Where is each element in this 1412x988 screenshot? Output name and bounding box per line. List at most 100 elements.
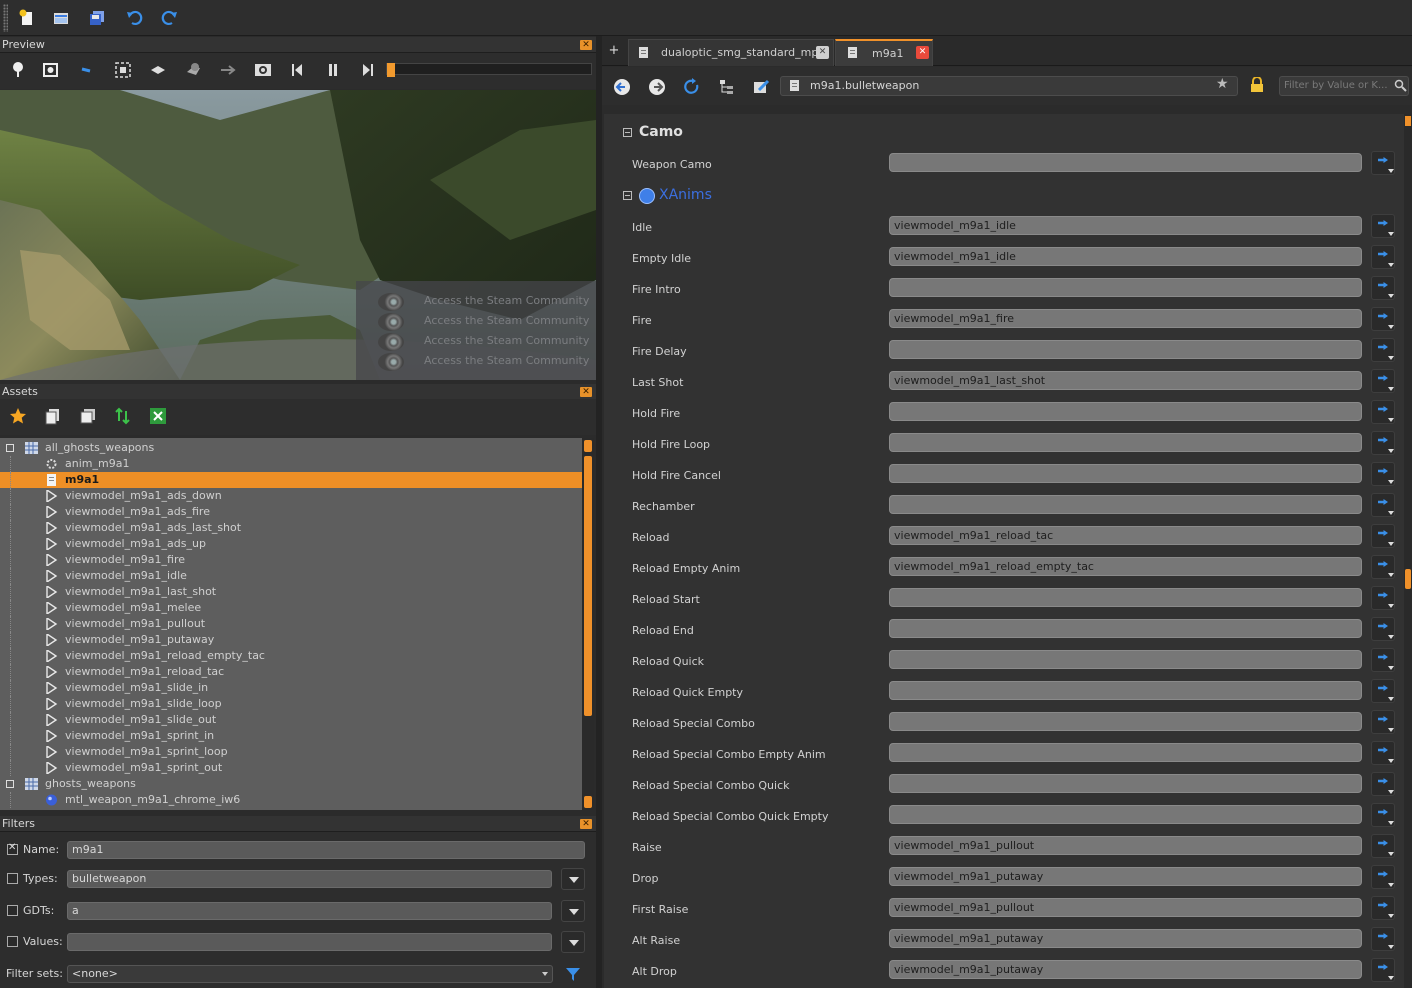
goto-asset-button[interactable] [1371, 338, 1395, 362]
skip-start-icon[interactable] [285, 59, 309, 81]
tree-row[interactable]: viewmodel_m9a1_idle [0, 568, 582, 584]
goto-asset-button[interactable] [1371, 462, 1395, 486]
goto-asset-button[interactable] [1371, 710, 1395, 734]
asset-tree[interactable]: all_ghosts_weapons anim_m9a1 m9a1 viewmodel… [0, 438, 582, 810]
goto-asset-button[interactable] [1371, 803, 1395, 827]
tab-dualoptic[interactable]: dualoptic_smg_standard_mp ✕ [628, 39, 834, 66]
tree-row[interactable]: viewmodel_m9a1_reload_tac [0, 664, 582, 680]
motion-icon[interactable] [217, 59, 241, 81]
expand-toggle-icon[interactable] [6, 444, 14, 452]
property-value-field[interactable] [889, 153, 1362, 172]
tab-close-button[interactable]: ✕ [816, 46, 829, 59]
property-value-field[interactable]: viewmodel_m9a1_idle [889, 216, 1362, 235]
name-filter-input[interactable]: m9a1 [67, 841, 585, 859]
toolbar-grip[interactable] [3, 4, 8, 32]
tree-row[interactable]: viewmodel_m9a1_fire [0, 552, 582, 568]
panel-splitter[interactable] [596, 36, 602, 988]
property-value-field[interactable]: viewmodel_m9a1_reload_empty_tac [889, 557, 1362, 576]
name-filter-checkbox[interactable] [7, 842, 18, 855]
tree-row[interactable]: viewmodel_m9a1_last_shot [0, 584, 582, 600]
bookmark-star-icon[interactable]: ★ [1216, 76, 1229, 92]
tree-row[interactable]: viewmodel_m9a1_reload_empty_tac [0, 648, 582, 664]
tree-row[interactable]: viewmodel_m9a1_ads_last_shot [0, 520, 582, 536]
property-value-field[interactable]: viewmodel_m9a1_pullout [889, 836, 1362, 855]
timeline-scrubber[interactable] [386, 63, 592, 77]
tree-row[interactable]: viewmodel_m9a1_ads_down [0, 488, 582, 504]
goto-asset-button[interactable] [1371, 648, 1395, 672]
goto-asset-button[interactable] [1371, 214, 1395, 238]
steam-notification[interactable]: Access the Steam Community [356, 291, 596, 311]
camera-settings-icon[interactable] [39, 59, 63, 81]
scroll-thumb[interactable] [584, 456, 592, 716]
property-value-field[interactable] [889, 588, 1362, 607]
edit-icon[interactable] [750, 76, 772, 98]
tab-m9a1[interactable]: m9a1 ✕ [835, 39, 933, 66]
favorite-star-icon[interactable] [6, 405, 30, 427]
property-value-field[interactable]: viewmodel_m9a1_fire [889, 309, 1362, 328]
goto-asset-button[interactable] [1371, 617, 1395, 641]
tree-row[interactable]: m9a1 [0, 472, 582, 488]
back-arrow-icon[interactable] [611, 76, 633, 98]
scroll-up-arrow[interactable] [584, 440, 592, 452]
light-icon[interactable] [6, 59, 30, 81]
new-tab-plus-icon[interactable]: + [605, 42, 623, 60]
undo-icon[interactable] [125, 8, 145, 28]
tree-row[interactable]: viewmodel_m9a1_ads_fire [0, 504, 582, 520]
asset-tree-scrollbar[interactable] [582, 438, 594, 810]
camo-section-header[interactable]: Camo [604, 121, 1404, 145]
goto-asset-button[interactable] [1371, 586, 1395, 610]
tree-row[interactable]: ghosts_weapons [0, 776, 582, 792]
property-value-field[interactable] [889, 619, 1362, 638]
property-value-field[interactable] [889, 650, 1362, 669]
property-value-field[interactable] [889, 805, 1362, 824]
refresh-icon[interactable] [681, 76, 703, 98]
property-value-field[interactable] [889, 495, 1362, 514]
goto-asset-button[interactable] [1371, 772, 1395, 796]
goto-asset-button[interactable] [1371, 493, 1395, 517]
goto-asset-button[interactable] [1371, 865, 1395, 889]
values-dropdown-button[interactable] [561, 931, 585, 953]
save-all-icon[interactable] [87, 8, 107, 28]
types-filter-input[interactable]: bulletweapon [67, 870, 552, 888]
goto-asset-button[interactable] [1371, 927, 1395, 951]
property-value-field[interactable]: viewmodel_m9a1_putaway [889, 867, 1362, 886]
property-value-field[interactable]: viewmodel_m9a1_pullout [889, 898, 1362, 917]
copy-asset-icon[interactable] [41, 405, 65, 427]
open-folder-icon[interactable] [51, 8, 71, 28]
goto-asset-button[interactable] [1371, 524, 1395, 548]
forward-arrow-icon[interactable] [646, 76, 668, 98]
shading-icon[interactable] [182, 59, 206, 81]
steam-notification[interactable]: Access the Steam Community [356, 311, 596, 331]
tree-row[interactable]: viewmodel_m9a1_slide_loop [0, 696, 582, 712]
property-value-field[interactable]: viewmodel_m9a1_idle [889, 247, 1362, 266]
sort-icon[interactable] [111, 405, 135, 427]
values-filter-input[interactable] [67, 933, 552, 951]
tree-row[interactable]: viewmodel_m9a1_slide_in [0, 680, 582, 696]
gdts-filter-input[interactable]: a [67, 902, 552, 920]
property-value-field[interactable] [889, 278, 1362, 297]
hierarchy-icon[interactable] [716, 76, 738, 98]
tree-row[interactable]: viewmodel_m9a1_ads_up [0, 536, 582, 552]
property-scrollbar[interactable] [1404, 114, 1412, 988]
filter-funnel-icon[interactable] [561, 963, 585, 985]
filter-sets-select[interactable]: <none> [67, 965, 553, 983]
steam-notification[interactable]: Access the Steam Community [356, 331, 596, 351]
scroll-thumb[interactable] [1405, 569, 1411, 589]
frame-selection-icon[interactable] [111, 59, 135, 81]
property-value-field[interactable] [889, 340, 1362, 359]
expand-toggle-icon[interactable] [6, 780, 14, 788]
tree-row[interactable]: viewmodel_m9a1_slide_out [0, 712, 582, 728]
property-value-field[interactable] [889, 681, 1362, 700]
screenshot-icon[interactable] [251, 59, 275, 81]
tab-close-button[interactable]: ✕ [916, 46, 929, 59]
goto-asset-button[interactable] [1371, 245, 1395, 269]
collapse-toggle-icon[interactable] [623, 191, 632, 200]
goto-asset-button[interactable] [1371, 400, 1395, 424]
property-value-field[interactable] [889, 712, 1362, 731]
redo-icon[interactable] [159, 8, 179, 28]
property-value-field[interactable] [889, 464, 1362, 483]
goto-asset-button[interactable] [1371, 151, 1395, 175]
bone-icon[interactable] [75, 59, 99, 81]
new-file-icon[interactable] [17, 8, 37, 28]
types-filter-checkbox[interactable] [7, 873, 18, 884]
